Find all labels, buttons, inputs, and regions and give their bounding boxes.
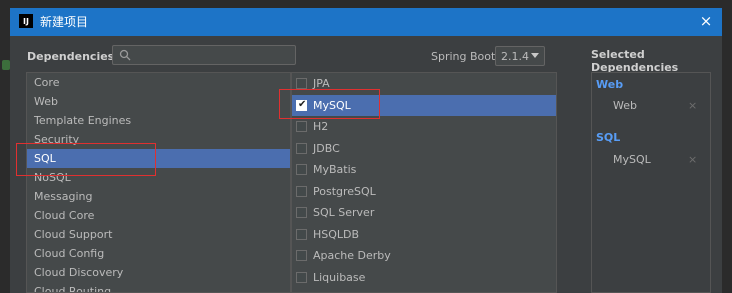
dependency-checkbox[interactable]: ✔ bbox=[296, 98, 307, 111]
category-item[interactable]: Security bbox=[27, 130, 290, 149]
category-item[interactable]: Cloud Config bbox=[27, 244, 290, 263]
dependency-checkbox[interactable] bbox=[296, 271, 307, 283]
remove-web-icon[interactable]: × bbox=[688, 99, 697, 112]
intellij-app-icon: IJ bbox=[19, 14, 33, 28]
dependency-label: SQL Server bbox=[313, 206, 375, 219]
spring-boot-label: Spring Boot bbox=[431, 50, 496, 63]
category-item[interactable]: NoSQL bbox=[27, 168, 290, 187]
category-list: Core Web Template Engines Security SQL NoSQL M… bbox=[26, 72, 291, 293]
dependency-checkbox[interactable] bbox=[296, 250, 307, 261]
checkmark-icon: ✔ bbox=[298, 98, 307, 110]
dependency-item[interactable]: MyBatis bbox=[292, 159, 556, 181]
dependency-checkbox[interactable] bbox=[296, 207, 307, 218]
category-item[interactable]: Messaging bbox=[27, 187, 290, 206]
search-box[interactable] bbox=[112, 45, 296, 65]
remove-mysql-icon[interactable]: × bbox=[688, 153, 697, 166]
dependency-label: MySQL bbox=[313, 98, 351, 112]
window-title: 新建项目 bbox=[40, 15, 89, 29]
dependency-label: Liquibase bbox=[313, 270, 366, 284]
dependency-checkbox[interactable] bbox=[296, 185, 307, 197]
background-edge-right bbox=[722, 36, 732, 293]
dependency-label: HSQLDB bbox=[313, 227, 360, 241]
dependency-item[interactable]: JPA bbox=[292, 73, 556, 95]
close-button[interactable]: × bbox=[698, 12, 714, 30]
dependency-item[interactable]: Liquibase bbox=[292, 267, 556, 289]
spring-boot-version-select[interactable]: 2.1.4 bbox=[495, 46, 545, 66]
dependency-checkbox[interactable] bbox=[296, 142, 307, 154]
dependency-item[interactable]: HSQLDB bbox=[292, 224, 556, 246]
selected-group-sql-title: SQL bbox=[596, 131, 621, 144]
category-item[interactable]: Cloud Routing bbox=[27, 282, 290, 292]
category-item[interactable]: Cloud Core bbox=[27, 206, 290, 225]
category-item[interactable]: SQL bbox=[27, 149, 290, 168]
dependency-label: JDBC bbox=[313, 141, 340, 155]
search-icon bbox=[119, 49, 131, 61]
category-item[interactable]: Cloud Discovery bbox=[27, 263, 290, 282]
dependency-label: H2 bbox=[313, 120, 329, 133]
dependency-label: Apache Derby bbox=[313, 249, 391, 262]
chevron-down-icon bbox=[531, 53, 539, 58]
dependency-checkbox[interactable] bbox=[296, 78, 307, 89]
dependency-label: MyBatis bbox=[313, 163, 357, 176]
category-item[interactable]: Template Engines bbox=[27, 111, 290, 130]
title-bar: IJ 新建项目 × bbox=[10, 8, 722, 36]
spring-boot-version-value: 2.1.4 bbox=[501, 50, 529, 63]
search-input[interactable] bbox=[137, 47, 287, 63]
dependency-item[interactable]: ✔ MySQL bbox=[292, 94, 556, 116]
dependencies-label: Dependencies bbox=[27, 50, 115, 63]
category-item[interactable]: Cloud Support bbox=[27, 225, 290, 244]
dependency-item[interactable]: JDBC bbox=[292, 138, 556, 160]
new-project-dialog: Dependencies Spring Boot 2.1.4 Selected … bbox=[10, 36, 722, 293]
dependency-item[interactable]: PostgreSQL bbox=[292, 181, 556, 203]
dependency-label: PostgreSQL bbox=[313, 184, 376, 198]
dependency-item[interactable]: SQL Server bbox=[292, 202, 556, 224]
selected-item-web: Web bbox=[613, 99, 637, 112]
dependency-label: JPA bbox=[313, 77, 330, 90]
selected-dependencies-panel: Web Web × SQL MySQL × bbox=[591, 72, 711, 293]
background-edge bbox=[0, 0, 732, 8]
category-item[interactable]: Web bbox=[27, 92, 290, 111]
editor-gutter-icon bbox=[2, 60, 10, 70]
category-item[interactable]: Core bbox=[27, 73, 290, 92]
dependency-checkbox[interactable] bbox=[296, 228, 307, 240]
dependency-item[interactable]: Apache Derby bbox=[292, 245, 556, 267]
selected-dependencies-title: Selected Dependencies bbox=[591, 48, 679, 74]
selected-item-mysql: MySQL bbox=[613, 153, 651, 166]
dependency-checkbox[interactable] bbox=[296, 164, 307, 175]
dependency-list: JPA ✔ MySQL H2 JDBC MyBatis PostgreSQL SQL Serv… bbox=[291, 72, 557, 293]
dependency-checkbox[interactable] bbox=[296, 121, 307, 132]
dependency-item[interactable]: H2 bbox=[292, 116, 556, 138]
selected-group-web-title: Web bbox=[596, 78, 624, 91]
